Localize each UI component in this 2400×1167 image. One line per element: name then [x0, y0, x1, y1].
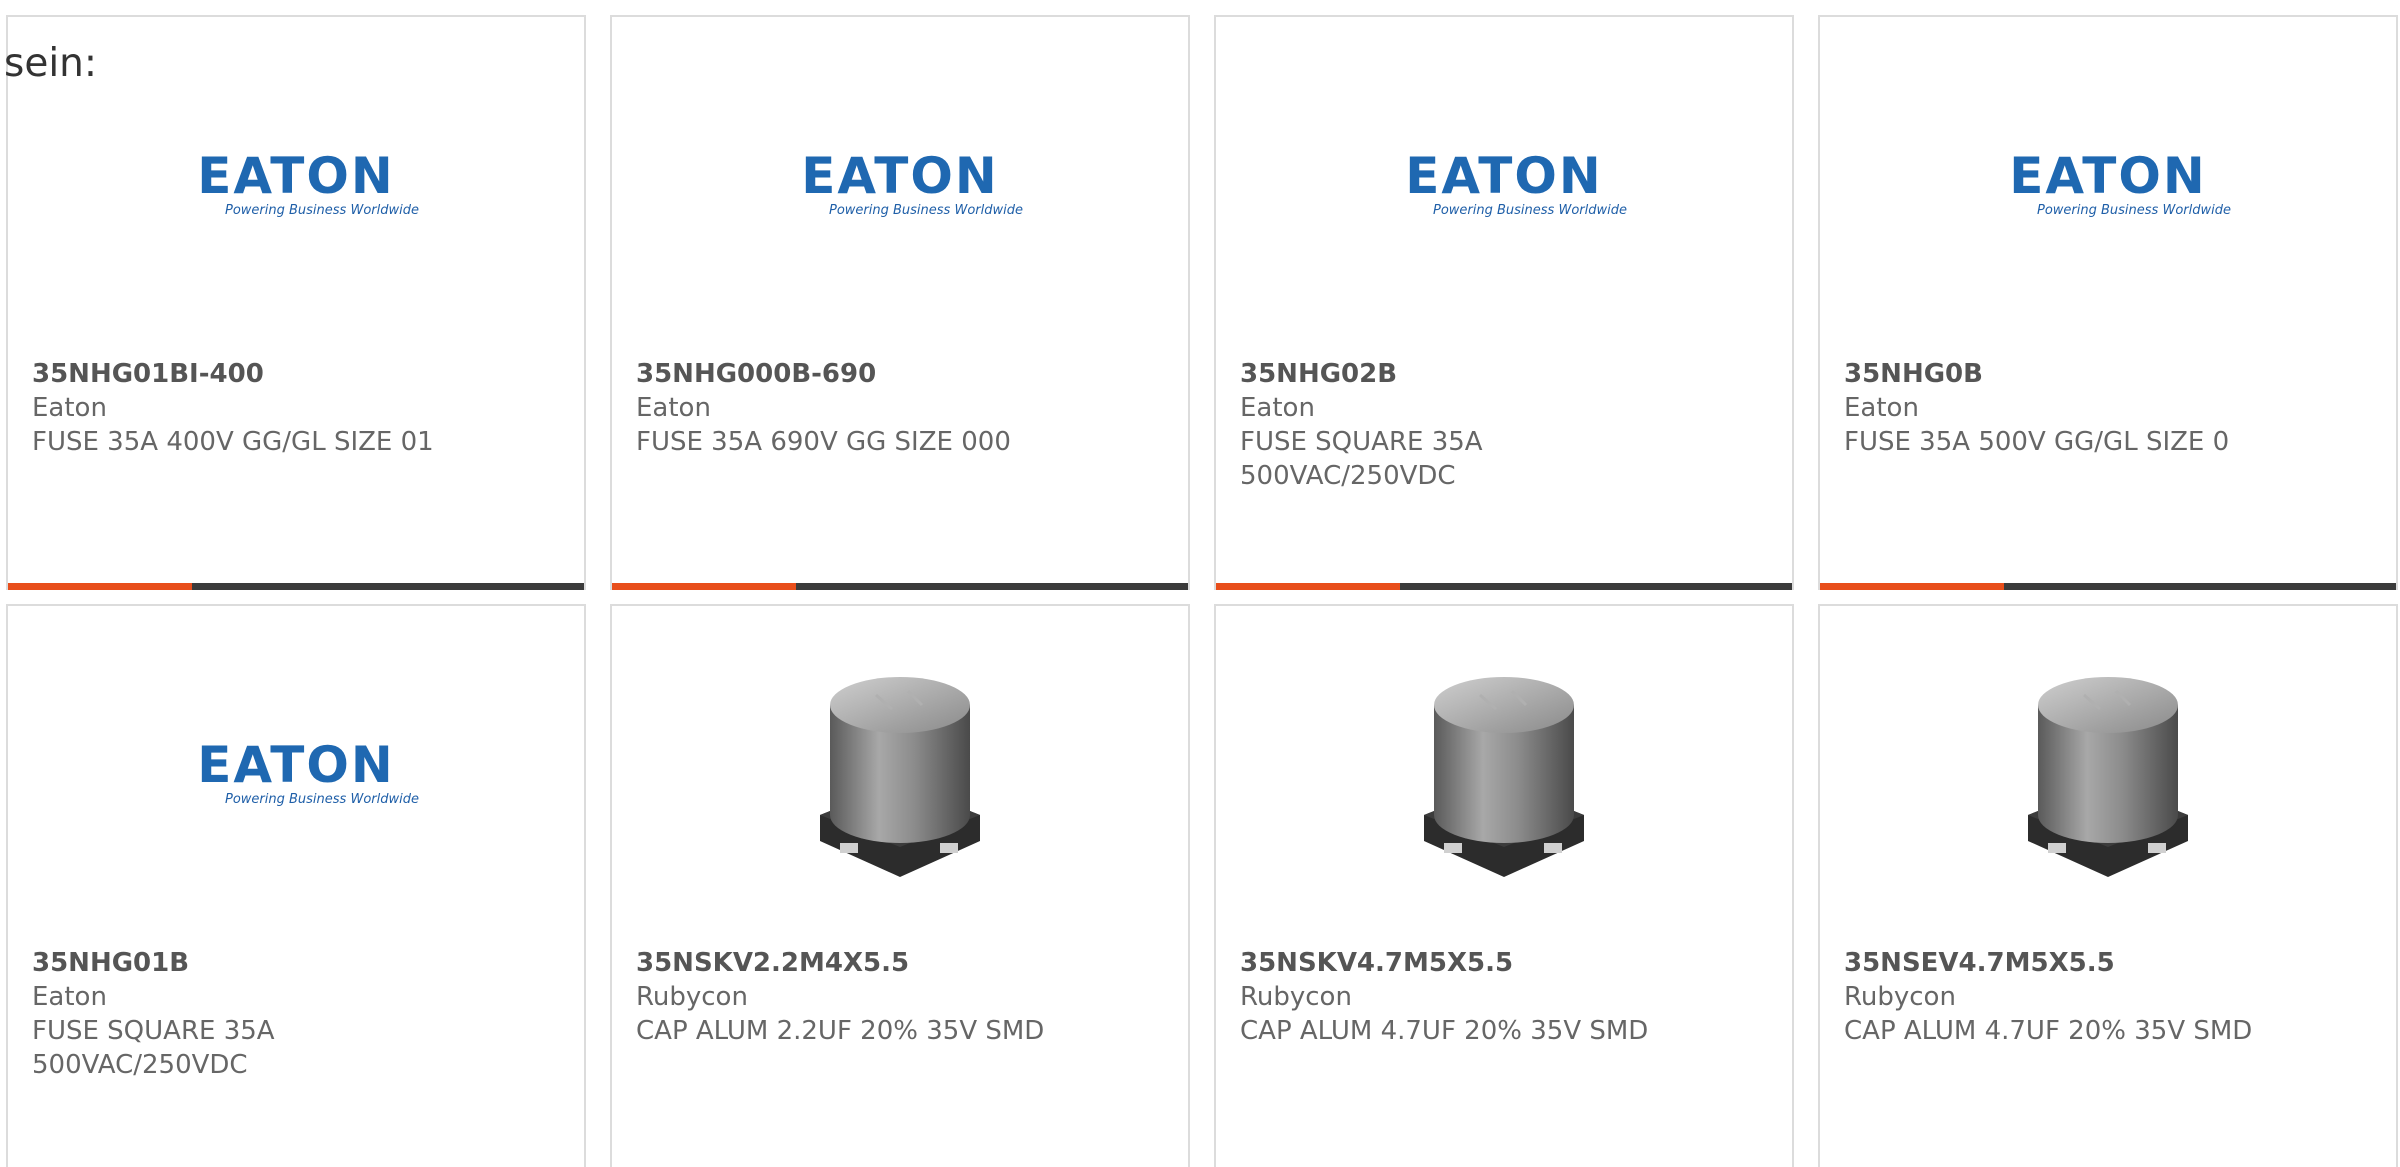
eaton-wordmark-icon: EATON — [2009, 151, 2206, 197]
part-number[interactable]: 35NHG01B — [32, 946, 560, 980]
manufacturer: Eaton — [32, 982, 107, 1012]
description: FUSE 35A 400V GG/GL SIZE 01 — [32, 427, 434, 457]
manufacturer: Eaton — [32, 393, 107, 423]
svg-text:EATON: EATON — [197, 151, 394, 197]
part-number[interactable]: 35NHG0B — [1844, 357, 2372, 391]
part-number[interactable]: 35NSKV2.2M4X5.5 — [636, 946, 1164, 980]
svg-text:EATON: EATON — [801, 151, 998, 197]
svg-text:EATON: EATON — [1405, 151, 1602, 197]
part-number[interactable]: 35NSEV4.7M5X5.5 — [1844, 946, 2372, 980]
eaton-logo: EATON Powering Business Worldwide — [195, 150, 419, 219]
eaton-wordmark-icon: EATON — [197, 740, 394, 786]
capacitor-icon — [1424, 676, 1584, 877]
product-card[interactable]: EATON Powering Business Worldwide 35NHG0… — [1214, 15, 1794, 590]
card-footer-bar — [1820, 583, 2396, 590]
manufacturer: Rubycon — [636, 982, 748, 1012]
eaton-wordmark-icon: EATON — [1405, 151, 1602, 197]
product-image: EATON Powering Business Worldwide — [1820, 137, 2396, 232]
description: FUSE SQUARE 35A 500VAC/250VDC — [32, 1016, 275, 1080]
description: FUSE SQUARE 35A 500VAC/250VDC — [1240, 427, 1483, 491]
card-footer-bar — [612, 583, 1188, 590]
product-card[interactable]: EATON Powering Business Worldwide 35NHG0… — [6, 604, 586, 1167]
eaton-wordmark-icon: EATON — [801, 151, 998, 197]
product-image — [612, 662, 1188, 887]
eaton-logo: EATON Powering Business Worldwide — [195, 740, 419, 808]
product-image: EATON Powering Business Worldwide — [8, 137, 584, 232]
manufacturer: Rubycon — [1240, 982, 1352, 1012]
card-footer-bar — [8, 583, 584, 590]
product-image — [1820, 662, 2396, 887]
product-image: EATON Powering Business Worldwide — [612, 137, 1188, 232]
product-card[interactable]: EATON Powering Business Worldwide 35NHG0… — [610, 15, 1190, 590]
capacitor-icon — [2028, 676, 2188, 877]
description: FUSE 35A 500V GG/GL SIZE 0 — [1844, 427, 2230, 457]
eaton-logo: EATON Powering Business Worldwide — [1403, 151, 1627, 219]
product-image — [1216, 662, 1792, 887]
eaton-logo: EATON Powering Business Worldwide — [2007, 151, 2231, 219]
capacitor-icon — [820, 676, 980, 877]
eaton-wordmark-icon: EATON — [195, 150, 397, 197]
part-number[interactable]: 35NHG000B-690 — [636, 357, 1164, 391]
part-number[interactable]: 35NHG02B — [1240, 357, 1768, 391]
product-card[interactable]: 35NSEV4.7M5X5.5 Rubycon CAP ALUM 4.7UF 2… — [1818, 604, 2398, 1167]
product-card[interactable]: EATON Powering Business Worldwide 35NHG0… — [6, 15, 586, 590]
part-number[interactable]: 35NHG01BI-400 — [32, 357, 560, 391]
product-image: EATON Powering Business Worldwide — [1216, 137, 1792, 232]
manufacturer: Rubycon — [1844, 982, 1956, 1012]
product-grid-page: sein: EATON Powering Business Worldwide … — [0, 0, 2400, 1167]
eaton-logo: EATON Powering Business Worldwide — [799, 151, 1023, 219]
card-footer-bar — [1216, 583, 1792, 590]
description: CAP ALUM 2.2UF 20% 35V SMD — [636, 1016, 1045, 1046]
description: CAP ALUM 4.7UF 20% 35V SMD — [1240, 1016, 1649, 1046]
manufacturer: Eaton — [636, 393, 711, 423]
svg-text:EATON: EATON — [197, 740, 394, 786]
manufacturer: Eaton — [1240, 393, 1315, 423]
product-card[interactable]: EATON Powering Business Worldwide 35NHG0… — [1818, 15, 2398, 590]
intro-text: sein: — [4, 41, 98, 86]
svg-text:EATON: EATON — [2009, 151, 2206, 197]
description: CAP ALUM 4.7UF 20% 35V SMD — [1844, 1016, 2253, 1046]
description: FUSE 35A 690V GG SIZE 000 — [636, 427, 1011, 457]
manufacturer: Eaton — [1844, 393, 1919, 423]
product-image: EATON Powering Business Worldwide — [8, 726, 584, 821]
part-number[interactable]: 35NSKV4.7M5X5.5 — [1240, 946, 1768, 980]
product-card[interactable]: 35NSKV2.2M4X5.5 Rubycon CAP ALUM 2.2UF 2… — [610, 604, 1190, 1167]
product-card[interactable]: 35NSKV4.7M5X5.5 Rubycon CAP ALUM 4.7UF 2… — [1214, 604, 1794, 1167]
